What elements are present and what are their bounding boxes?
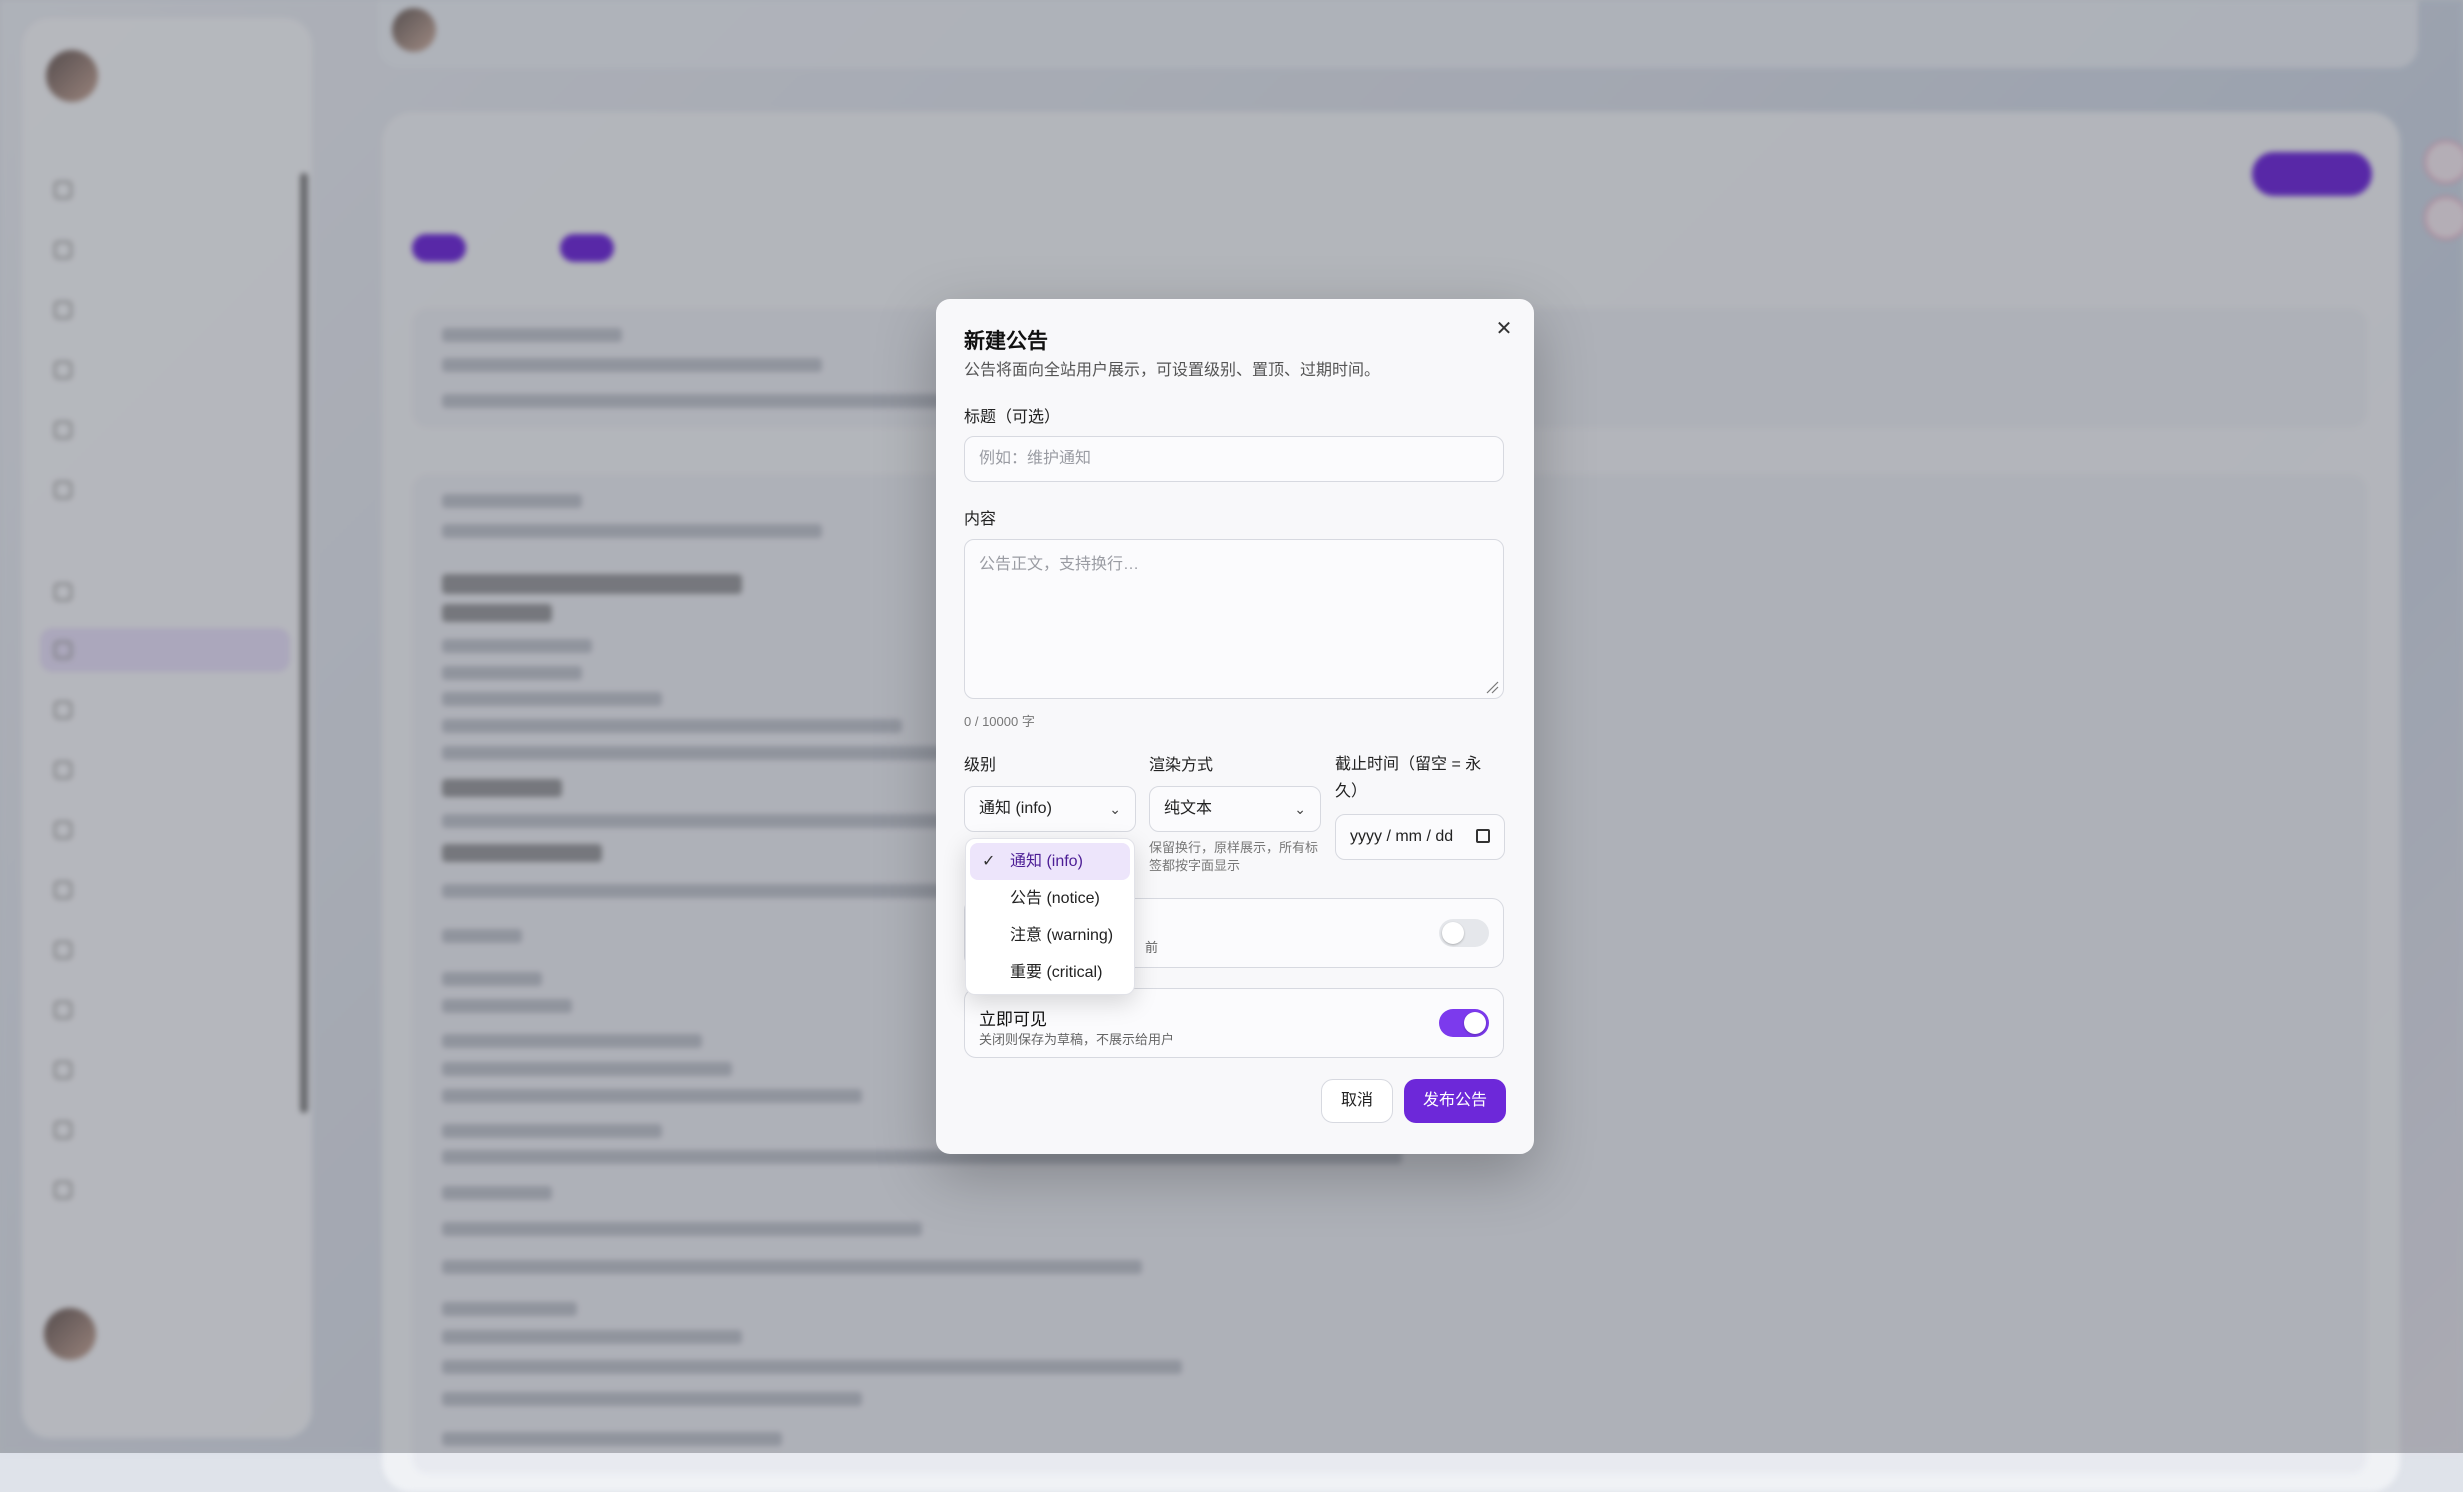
- level-label: 级别: [964, 757, 997, 774]
- option-label: 注意 (warning): [1010, 927, 1114, 944]
- level-select[interactable]: 通知 (info) ⌄: [964, 786, 1136, 832]
- chevron-down-icon: ⌄: [1109, 801, 1121, 817]
- toggle-knob: [1464, 1012, 1486, 1034]
- content-placeholder: 公告正文，支持换行…: [979, 556, 1140, 573]
- visible-desc: 关闭则保存为草稿，不展示给用户: [979, 1032, 1175, 1047]
- chevron-down-icon: ⌄: [1294, 801, 1306, 817]
- cancel-button[interactable]: 取消: [1321, 1079, 1393, 1123]
- new-announcement-dialog: ✕ 新建公告 公告将面向全站用户展示，可设置级别、置顶、过期时间。 标题（可选）…: [936, 299, 1534, 1154]
- render-label: 渲染方式: [1149, 757, 1214, 774]
- content-textarea[interactable]: 公告正文，支持换行…: [964, 539, 1504, 699]
- calendar-icon[interactable]: [1476, 829, 1490, 843]
- level-option-notice[interactable]: 公告 (notice): [970, 880, 1130, 917]
- option-label: 通知 (info): [1010, 853, 1083, 870]
- render-value: 纯文本: [1164, 800, 1213, 817]
- toggle-knob: [1442, 922, 1464, 944]
- pin-desc: 前: [1145, 940, 1159, 955]
- title-placeholder: 例如：维护通知: [979, 450, 1092, 467]
- publish-button[interactable]: 发布公告: [1404, 1079, 1506, 1123]
- pin-toggle[interactable]: [1439, 919, 1489, 947]
- expiry-date-input[interactable]: yyyy / mm / dd: [1335, 814, 1505, 860]
- level-value: 通知 (info): [979, 800, 1052, 817]
- dialog-description: 公告将面向全站用户展示，可设置级别、置顶、过期时间。: [964, 362, 1381, 379]
- option-label: 公告 (notice): [1010, 890, 1100, 907]
- level-option-warning[interactable]: 注意 (warning): [970, 917, 1130, 954]
- title-input[interactable]: 例如：维护通知: [964, 436, 1504, 482]
- content-label: 内容: [964, 511, 997, 528]
- render-hint: 保留换行，原样展示，所有标签都按字面显示: [1149, 840, 1319, 873]
- level-option-critical[interactable]: 重要 (critical): [970, 954, 1130, 991]
- expiry-placeholder: yyyy / mm / dd: [1350, 828, 1454, 845]
- option-label: 重要 (critical): [1010, 964, 1103, 981]
- level-option-info[interactable]: ✓ 通知 (info): [970, 843, 1130, 880]
- title-label: 标题（可选）: [964, 409, 1061, 426]
- visible-setting-card: 立即可见 关闭则保存为草稿，不展示给用户: [964, 988, 1504, 1058]
- visible-toggle[interactable]: [1439, 1009, 1489, 1037]
- visible-title: 立即可见: [979, 1010, 1047, 1029]
- expiry-label: 截止时间（留空 = 永久）: [1335, 756, 1482, 800]
- render-select[interactable]: 纯文本 ⌄: [1149, 786, 1321, 832]
- character-counter: 0 / 10000 字: [964, 714, 1035, 729]
- close-icon[interactable]: ✕: [1492, 317, 1516, 341]
- level-dropdown-menu: ✓ 通知 (info) 公告 (notice) 注意 (warning) 重要 …: [965, 838, 1135, 995]
- dialog-title: 新建公告: [964, 330, 1048, 353]
- check-icon: ✓: [982, 853, 996, 870]
- resize-handle-icon[interactable]: [1485, 680, 1499, 694]
